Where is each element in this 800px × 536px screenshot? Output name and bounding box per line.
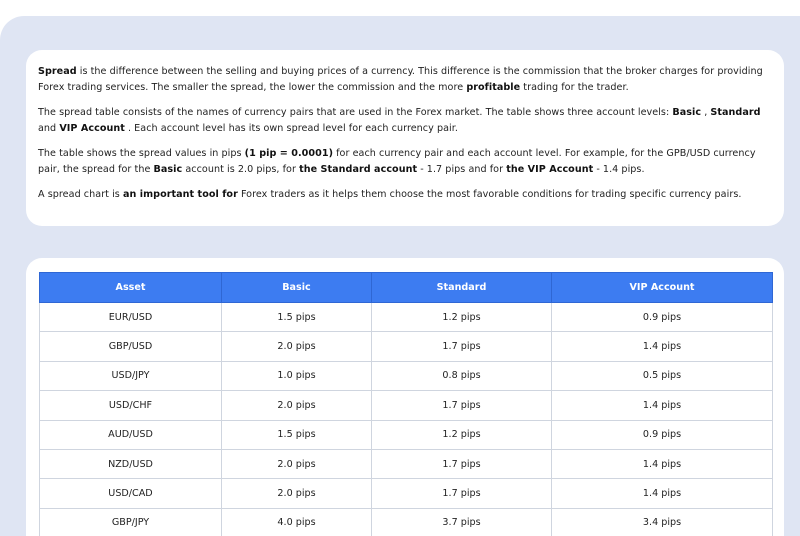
- table-row: GBP/USD 2.0 pips 1.7 pips 1.4 pips: [39, 331, 773, 362]
- bold-term: an important tool for: [122, 189, 238, 200]
- standard-cell: 0.8 pips: [371, 360, 552, 392]
- asset-cell: USD/CHF: [39, 390, 222, 421]
- asset-cell: AUD/USD: [39, 419, 222, 450]
- standard-cell: 1.7 pips: [371, 331, 552, 362]
- text-span: is the difference between the selling an…: [38, 66, 763, 93]
- text-span: - 1.4 pips.: [593, 164, 645, 175]
- header-vip-account: VIP Account: [551, 272, 773, 303]
- bold-term: the VIP Account: [506, 164, 594, 175]
- text-span: The table shows the spread values in pip…: [38, 148, 245, 159]
- table-row: USD/JPY 1.0 pips 0.8 pips 0.5 pips: [39, 360, 773, 392]
- info-paragraph-4: A spread chart is an important tool for …: [38, 187, 772, 203]
- standard-cell: 3.7 pips: [371, 507, 552, 536]
- vip-cell: 1.4 pips: [551, 448, 773, 480]
- table-row: AUD/USD 1.5 pips 1.2 pips 0.9 pips: [39, 419, 773, 450]
- bold-term: profitable: [466, 82, 521, 93]
- asset-cell: USD/JPY: [39, 360, 222, 392]
- basic-cell: 1.5 pips: [221, 301, 372, 333]
- standard-cell: 1.7 pips: [371, 448, 552, 480]
- text-span: Forex traders as it helps them choose th…: [237, 189, 742, 200]
- bold-term: Standard: [710, 107, 761, 118]
- text-span: The spread table consists of the names o…: [38, 107, 673, 118]
- header-asset: Asset: [39, 272, 222, 303]
- table-row: USD/CHF 2.0 pips 1.7 pips 1.4 pips: [39, 390, 773, 421]
- info-paragraph-3: The table shows the spread values in pip…: [38, 146, 772, 178]
- text-span: trading for the trader.: [520, 82, 629, 93]
- bold-term: Spread: [38, 66, 77, 77]
- vip-cell: 1.4 pips: [551, 478, 773, 509]
- basic-cell: 2.0 pips: [221, 390, 372, 421]
- info-paragraph-2: The spread table consists of the names o…: [38, 105, 772, 137]
- asset-cell: GBP/JPY: [39, 507, 222, 536]
- vip-cell: 0.5 pips: [551, 360, 773, 392]
- vip-cell: 0.9 pips: [551, 301, 773, 333]
- vip-cell: 1.4 pips: [551, 390, 773, 421]
- vip-cell: 0.9 pips: [551, 419, 773, 450]
- standard-cell: 1.7 pips: [371, 390, 552, 421]
- vip-cell: 3.4 pips: [551, 507, 773, 536]
- asset-cell: EUR/USD: [39, 301, 222, 333]
- basic-cell: 2.0 pips: [221, 448, 372, 480]
- table-row: GBP/JPY 4.0 pips 3.7 pips 3.4 pips: [39, 507, 773, 536]
- basic-cell: 2.0 pips: [221, 331, 372, 362]
- text-span: . Each account level has its own spread …: [124, 123, 458, 134]
- bold-term: Basic: [672, 107, 702, 118]
- basic-cell: 1.5 pips: [221, 419, 372, 450]
- basic-cell: 4.0 pips: [221, 507, 372, 536]
- spread-table: Asset Basic Standard VIP Account EUR/USD…: [39, 272, 773, 536]
- basic-cell: 1.0 pips: [221, 360, 372, 392]
- table-row: NZD/USD 2.0 pips 1.7 pips 1.4 pips: [39, 448, 773, 480]
- info-paragraph-1: Spread is the difference between the sel…: [38, 64, 772, 96]
- vip-cell: 1.4 pips: [551, 331, 773, 362]
- bold-term: the Standard account: [299, 164, 418, 175]
- standard-cell: 1.2 pips: [371, 419, 552, 450]
- text-span: - 1.7 pips and for: [417, 164, 507, 175]
- spread-table-card: Asset Basic Standard VIP Account EUR/USD…: [26, 258, 784, 536]
- text-span: account is 2.0 pips, for: [182, 164, 300, 175]
- bold-term: Basic: [153, 164, 183, 175]
- bold-term: VIP Account: [59, 123, 125, 134]
- standard-cell: 1.2 pips: [371, 301, 552, 333]
- table-row: EUR/USD 1.5 pips 1.2 pips 0.9 pips: [39, 301, 773, 333]
- header-standard: Standard: [371, 272, 552, 303]
- spread-info-card: Spread is the difference between the sel…: [26, 50, 784, 226]
- text-span: A spread chart is: [38, 189, 123, 200]
- table-header-row: Asset Basic Standard VIP Account: [39, 272, 773, 303]
- basic-cell: 2.0 pips: [221, 478, 372, 509]
- asset-cell: GBP/USD: [39, 331, 222, 362]
- header-basic: Basic: [221, 272, 372, 303]
- text-span: and: [38, 123, 60, 134]
- standard-cell: 1.7 pips: [371, 478, 552, 509]
- table-row: USD/CAD 2.0 pips 1.7 pips 1.4 pips: [39, 478, 773, 509]
- bold-term: (1 pip = 0.0001): [244, 148, 334, 159]
- asset-cell: NZD/USD: [39, 448, 222, 480]
- asset-cell: USD/CAD: [39, 478, 222, 509]
